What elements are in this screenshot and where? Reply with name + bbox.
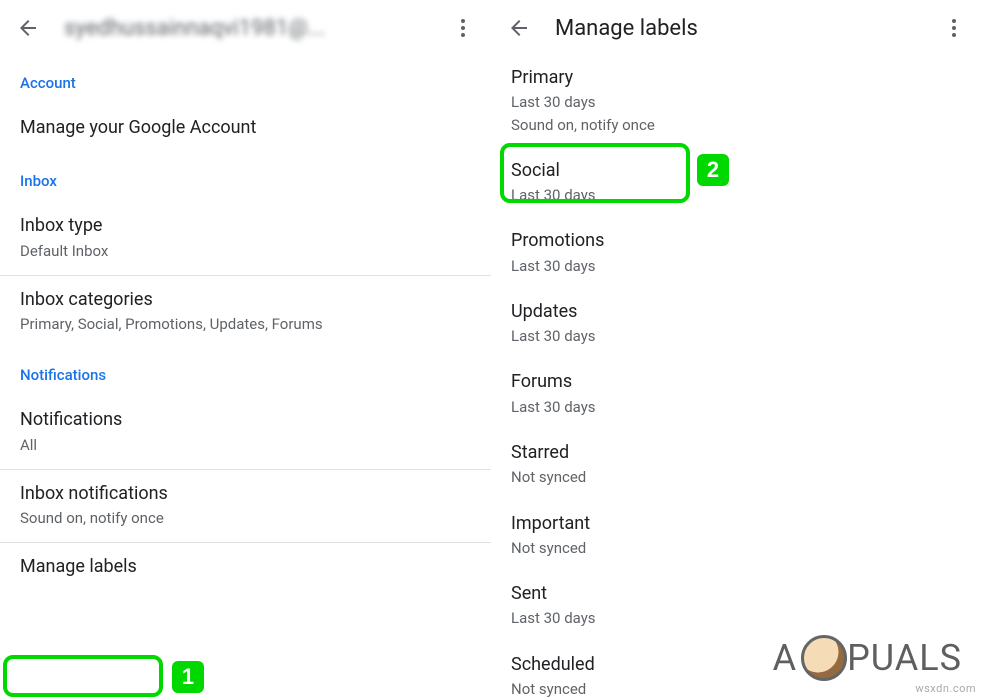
label-title: Sent (511, 582, 962, 606)
inbox-type-value: Default Inbox (20, 241, 471, 261)
label-sub: Last 30 days (511, 397, 962, 417)
inbox-categories[interactable]: Inbox categories Primary, Social, Promot… (0, 276, 491, 349)
account-email: syedhussainnaqvi1981@... (48, 16, 443, 41)
label-sent[interactable]: Sent Last 30 days (491, 572, 982, 643)
section-account: Account (0, 56, 491, 104)
manage-labels-label: Manage labels (20, 555, 471, 579)
watermark: wsxdn.com (915, 682, 976, 695)
manage-google-account[interactable]: Manage your Google Account (0, 104, 491, 154)
logo-text-prefix: A (773, 637, 797, 679)
label-title: Promotions (511, 229, 962, 253)
notifications-value: All (20, 435, 471, 455)
appuals-logo: A PUALS (773, 635, 962, 681)
manage-labels-pane: Manage labels Primary Last 30 days Sound… (491, 0, 982, 699)
back-button[interactable] (499, 8, 539, 48)
label-sub: Last 30 days (511, 92, 962, 112)
settings-content: Account Manage your Google Account Inbox… (0, 56, 491, 594)
label-title: Social (511, 159, 962, 183)
callout-1: 1 (172, 661, 204, 693)
more-menu-button[interactable] (443, 8, 483, 48)
label-starred[interactable]: Starred Not synced (491, 431, 982, 502)
label-sub: Not synced (511, 679, 962, 699)
arrow-left-icon (16, 16, 40, 40)
label-sub: Last 30 days (511, 256, 962, 276)
settings-pane: syedhussainnaqvi1981@... Account Manage … (0, 0, 491, 699)
notifications-title: Notifications (20, 408, 471, 432)
label-sub: Last 30 days (511, 608, 962, 628)
label-important[interactable]: Important Not synced (491, 502, 982, 573)
label-primary[interactable]: Primary Last 30 days Sound on, notify on… (491, 56, 982, 149)
inbox-categories-value: Primary, Social, Promotions, Updates, Fo… (20, 314, 471, 334)
page-title: Manage labels (539, 16, 934, 41)
inbox-type[interactable]: Inbox type Default Inbox (0, 202, 491, 276)
label-title: Updates (511, 300, 962, 324)
label-sub: Not synced (511, 467, 962, 487)
more-vert-icon (942, 16, 966, 40)
left-header: syedhussainnaqvi1981@... (0, 0, 491, 56)
logo-avatar-icon (801, 635, 847, 681)
inbox-notifications-title: Inbox notifications (20, 482, 471, 506)
section-inbox: Inbox (0, 154, 491, 202)
label-forums[interactable]: Forums Last 30 days (491, 360, 982, 431)
label-title: Primary (511, 66, 962, 90)
inbox-notifications-item[interactable]: Inbox notifications Sound on, notify onc… (0, 470, 491, 544)
label-title: Starred (511, 441, 962, 465)
label-title: Important (511, 512, 962, 536)
callout-2: 2 (697, 154, 729, 186)
label-sub: Not synced (511, 538, 962, 558)
inbox-notifications-value: Sound on, notify once (20, 508, 471, 528)
label-title: Forums (511, 370, 962, 394)
label-sub2: Sound on, notify once (511, 115, 962, 135)
labels-list: Primary Last 30 days Sound on, notify on… (491, 56, 982, 699)
inbox-categories-title: Inbox categories (20, 288, 471, 312)
section-notifications: Notifications (0, 348, 491, 396)
logo-text-suffix: PUALS (847, 637, 962, 679)
more-menu-button[interactable] (934, 8, 974, 48)
back-button[interactable] (8, 8, 48, 48)
highlight-manage-labels (3, 655, 163, 697)
inbox-type-title: Inbox type (20, 214, 471, 238)
label-social[interactable]: Social Last 30 days (491, 149, 982, 220)
arrow-left-icon (507, 16, 531, 40)
more-vert-icon (451, 16, 475, 40)
label-updates[interactable]: Updates Last 30 days (491, 290, 982, 361)
label-promotions[interactable]: Promotions Last 30 days (491, 219, 982, 290)
manage-google-account-label: Manage your Google Account (20, 116, 471, 140)
right-header: Manage labels (491, 0, 982, 56)
manage-labels-item[interactable]: Manage labels (0, 543, 491, 593)
label-sub: Last 30 days (511, 185, 962, 205)
label-sub: Last 30 days (511, 326, 962, 346)
notifications-item[interactable]: Notifications All (0, 396, 491, 470)
